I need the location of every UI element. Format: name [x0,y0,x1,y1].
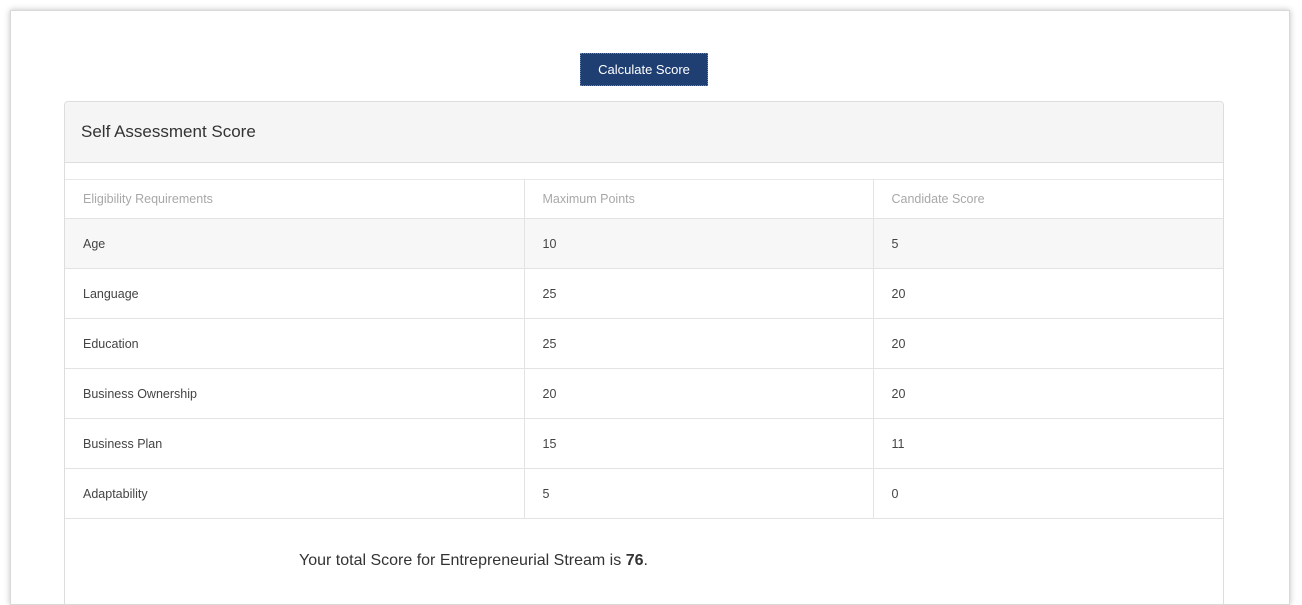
max-points-cell: 5 [523,468,874,519]
max-points-cell: 10 [523,218,874,269]
table-row: Education 25 20 [65,318,1223,369]
table-row: Business Plan 15 11 [65,418,1223,469]
table-row: Language 25 20 [65,268,1223,319]
page-frame: Calculate Score Self Assessment Score El… [10,10,1290,605]
candidate-score-cell: 20 [872,268,1223,319]
header-candidate-score: Candidate Score [872,179,1223,219]
max-points-cell: 25 [523,268,874,319]
table-row: Adaptability 5 0 [65,468,1223,519]
requirement-cell: Adaptability [65,468,525,519]
table-row: Business Ownership 20 20 [65,368,1223,419]
calculate-score-button[interactable]: Calculate Score [580,53,708,86]
candidate-score-cell: 0 [872,468,1223,519]
header-maximum-points: Maximum Points [523,179,874,219]
self-assessment-panel: Self Assessment Score Eligibility Requir… [64,101,1224,604]
candidate-score-cell: 11 [872,418,1223,469]
total-score-value: 76 [625,552,644,569]
candidate-score-cell: 20 [872,318,1223,369]
candidate-score-cell: 5 [872,218,1223,269]
max-points-cell: 20 [523,368,874,419]
header-eligibility-requirements: Eligibility Requirements [65,179,525,219]
requirement-cell: Business Ownership [65,368,525,419]
score-table: Eligibility Requirements Maximum Points … [65,179,1223,519]
requirement-cell: Business Plan [65,418,525,469]
total-score-text: Your total Score for Entrepreneurial Str… [299,552,648,570]
max-points-cell: 25 [523,318,874,369]
candidate-score-cell: 20 [872,368,1223,419]
max-points-cell: 15 [523,418,874,469]
requirement-cell: Language [65,268,525,319]
total-score-suffix: . [643,552,648,569]
table-header-row: Eligibility Requirements Maximum Points … [65,179,1223,219]
total-score-prefix: Your total Score for Entrepreneurial Str… [299,552,626,569]
requirement-cell: Education [65,318,525,369]
table-row: Age 10 5 [65,218,1223,269]
requirement-cell: Age [65,218,525,269]
panel-title: Self Assessment Score [65,102,1223,163]
